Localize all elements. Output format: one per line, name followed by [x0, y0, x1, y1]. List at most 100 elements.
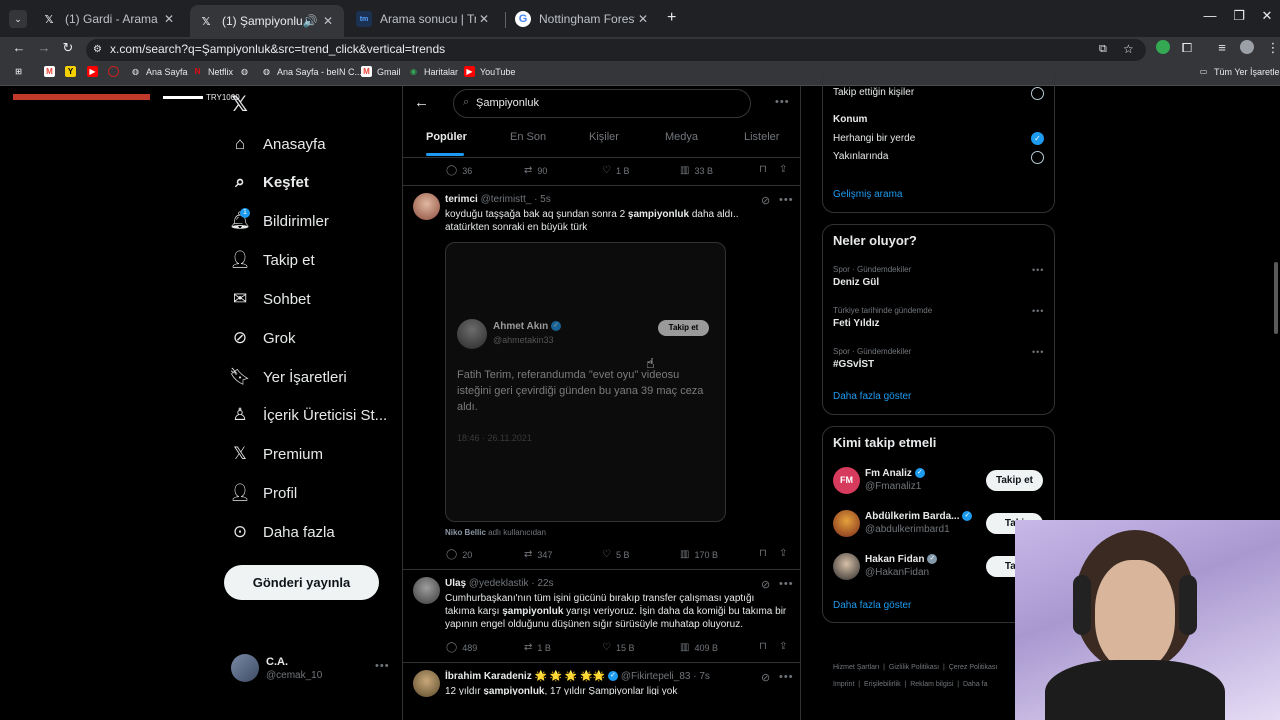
- tweet-author[interactable]: terimci: [445, 194, 478, 205]
- suggested-avatar[interactable]: [833, 553, 860, 580]
- close-icon[interactable]: ✕: [635, 12, 651, 26]
- bookmark-unnamed[interactable]: ◍: [239, 66, 255, 77]
- apps-icon[interactable]: ⊞: [13, 66, 29, 77]
- filter-nearby-radio[interactable]: [1031, 151, 1044, 164]
- grok-icon[interactable]: ⊘: [761, 194, 770, 207]
- extensions-puzzle-icon[interactable]: ⧠: [1178, 40, 1196, 56]
- tweet-media[interactable]: Ahmet Akın ✓ @ahmetakin33 Takip et Fatih …: [445, 242, 726, 522]
- tab-latest[interactable]: En Son: [510, 131, 546, 143]
- tab-lists[interactable]: Listeler: [744, 131, 779, 143]
- follow-button[interactable]: Takip et: [986, 470, 1043, 491]
- footer-link[interactable]: Çerez Politikası: [949, 664, 998, 671]
- search-more-icon[interactable]: •••: [775, 96, 790, 108]
- back-icon[interactable]: ←: [10, 40, 28, 55]
- tweet-avatar[interactable]: [413, 193, 440, 220]
- grok-icon[interactable]: ⊘: [761, 578, 770, 591]
- trend-more-icon[interactable]: •••: [1032, 347, 1044, 357]
- views-button[interactable]: ▥ 409 B: [680, 642, 718, 653]
- site-info-icon[interactable]: ⚙: [93, 39, 102, 60]
- media-control-icon[interactable]: ≡: [1213, 40, 1231, 55]
- tab-search-button[interactable]: ⌄: [9, 10, 27, 28]
- retweet-button[interactable]: ⇄ 1 B: [524, 642, 551, 653]
- address-bar[interactable]: ⚙ x.com/search?q=Şampiyonluk&src=trend_c…: [86, 39, 1146, 61]
- x-logo-icon[interactable]: 𝕏: [231, 92, 248, 117]
- gmail-bookmark[interactable]: M: [44, 66, 60, 77]
- footer-link[interactable]: Reklam bilgisi: [910, 681, 953, 688]
- new-tab-button[interactable]: +: [667, 9, 676, 27]
- profile-avatar-icon[interactable]: [1240, 40, 1254, 54]
- forward-icon[interactable]: →: [35, 40, 53, 55]
- tab-popular[interactable]: Popüler: [426, 131, 467, 143]
- footer-link[interactable]: Erişilebilirlik: [864, 681, 901, 688]
- suggested-handle[interactable]: @abdulkerimbard1: [865, 524, 950, 535]
- like-button[interactable]: ♡ 5 B: [602, 549, 629, 560]
- tweet-author[interactable]: İbrahim Karadeniz 🌟 🌟 🌟 🌟🌟: [445, 671, 605, 682]
- nav-follow[interactable]: 👤︎ Takip et: [229, 245, 315, 275]
- nav-explore[interactable]: ⌕ Keşfet: [230, 167, 309, 197]
- close-icon[interactable]: ✕: [476, 12, 492, 26]
- tweet-avatar[interactable]: [413, 670, 440, 697]
- reply-button[interactable]: ◯ 489: [446, 642, 477, 653]
- bookmark-youtube[interactable]: ▶ YouTube: [464, 66, 515, 77]
- nav-home[interactable]: ⌂ Anasayfa: [230, 129, 326, 159]
- nav-profile[interactable]: 👤︎ Profil: [229, 478, 297, 508]
- suggested-avatar[interactable]: FM: [833, 467, 860, 494]
- back-arrow-icon[interactable]: ←: [414, 94, 429, 111]
- suggested-avatar[interactable]: [833, 510, 860, 537]
- trend-item[interactable]: Deniz Gül: [833, 277, 879, 288]
- account-more-icon[interactable]: •••: [375, 660, 390, 672]
- close-icon[interactable]: ✕: [320, 14, 336, 28]
- suggested-name[interactable]: Abdülkerim Barda... ✓: [865, 511, 973, 522]
- share-button[interactable]: ⇪: [779, 641, 792, 652]
- bookmark-star-icon[interactable]: ☆: [1123, 39, 1134, 60]
- suggested-name[interactable]: Hakan Fidan ✓: [865, 554, 938, 565]
- minimize-icon[interactable]: —: [1195, 8, 1225, 23]
- extension-icon[interactable]: [1156, 40, 1170, 54]
- bookmark-gmail[interactable]: M Gmail: [361, 66, 401, 77]
- share-button[interactable]: ⇪: [779, 164, 792, 175]
- suggested-handle[interactable]: @Fmanaliz1: [865, 481, 921, 492]
- tweet-handle[interactable]: @terimistt_: [481, 194, 532, 205]
- nav-messages[interactable]: ✉ Sohbet: [230, 284, 311, 314]
- grok-icon[interactable]: ⊘: [761, 671, 770, 684]
- bookmark-button[interactable]: ⊓: [759, 641, 772, 652]
- tweet-avatar[interactable]: [413, 577, 440, 604]
- window-close-icon[interactable]: ✕: [1252, 8, 1280, 24]
- restore-icon[interactable]: ❐: [1224, 8, 1254, 24]
- like-button[interactable]: ♡ 15 B: [602, 642, 634, 653]
- trend-more-icon[interactable]: •••: [1032, 306, 1044, 316]
- advanced-search-link[interactable]: Gelişmiş arama: [833, 189, 902, 200]
- bookmark-haritalar[interactable]: ◉ Haritalar: [408, 66, 458, 77]
- tweet-more-icon[interactable]: •••: [779, 671, 794, 683]
- speaker-icon[interactable]: 🔊: [302, 14, 318, 28]
- youtube-bookmark[interactable]: ▶: [87, 66, 103, 77]
- reply-button[interactable]: ◯ 20: [446, 549, 472, 560]
- footer-link[interactable]: Gizlilik Politikası: [889, 664, 939, 671]
- nav-premium[interactable]: 𝕏 Premium: [230, 439, 323, 469]
- account-name[interactable]: C.A.: [266, 656, 288, 668]
- trend-item[interactable]: Feti Yıldız: [833, 318, 880, 329]
- views-button[interactable]: ▥ 33 B: [680, 165, 713, 176]
- account-handle[interactable]: @cemak_10: [266, 670, 322, 681]
- like-button[interactable]: ♡ 1 B: [602, 165, 629, 176]
- tweet-time[interactable]: · 22s: [531, 578, 553, 589]
- tab-gardi[interactable]: 𝕏 (1) Gardi - Arama / X ✕: [33, 5, 185, 33]
- tweet-handle[interactable]: @yedeklastik: [469, 578, 529, 589]
- tweet-author[interactable]: Ulaş: [445, 578, 466, 589]
- tab-people[interactable]: Kişiler: [589, 131, 619, 143]
- trend-item[interactable]: #GSvİST: [833, 359, 874, 370]
- footer-link[interactable]: Hizmet Şartları: [833, 664, 879, 671]
- bookmark-ana-sayfa[interactable]: ◍ Ana Sayfa: [130, 66, 188, 77]
- chrome-menu-icon[interactable]: ⋮: [1264, 40, 1280, 56]
- trend-more-icon[interactable]: •••: [1032, 265, 1044, 275]
- install-icon[interactable]: ⧉: [1099, 39, 1107, 60]
- nav-more[interactable]: ⊙ Daha fazla: [230, 517, 335, 547]
- follow-show-more[interactable]: Daha fazla göster: [833, 600, 911, 611]
- nav-creator-studio[interactable]: ♙ İçerik Üreticisi St...: [230, 400, 387, 430]
- all-bookmarks[interactable]: ▭ Tüm Yer İşaretleri: [1198, 66, 1280, 77]
- bookmark-button[interactable]: ⊓: [759, 164, 772, 175]
- views-button[interactable]: ▥ 170 B: [680, 549, 718, 560]
- media-caption[interactable]: Niko Bellic adlı kullanıcıdan: [445, 528, 546, 537]
- circle-bookmark[interactable]: [108, 66, 124, 77]
- filter-anywhere-radio-checked[interactable]: ✓: [1031, 132, 1044, 145]
